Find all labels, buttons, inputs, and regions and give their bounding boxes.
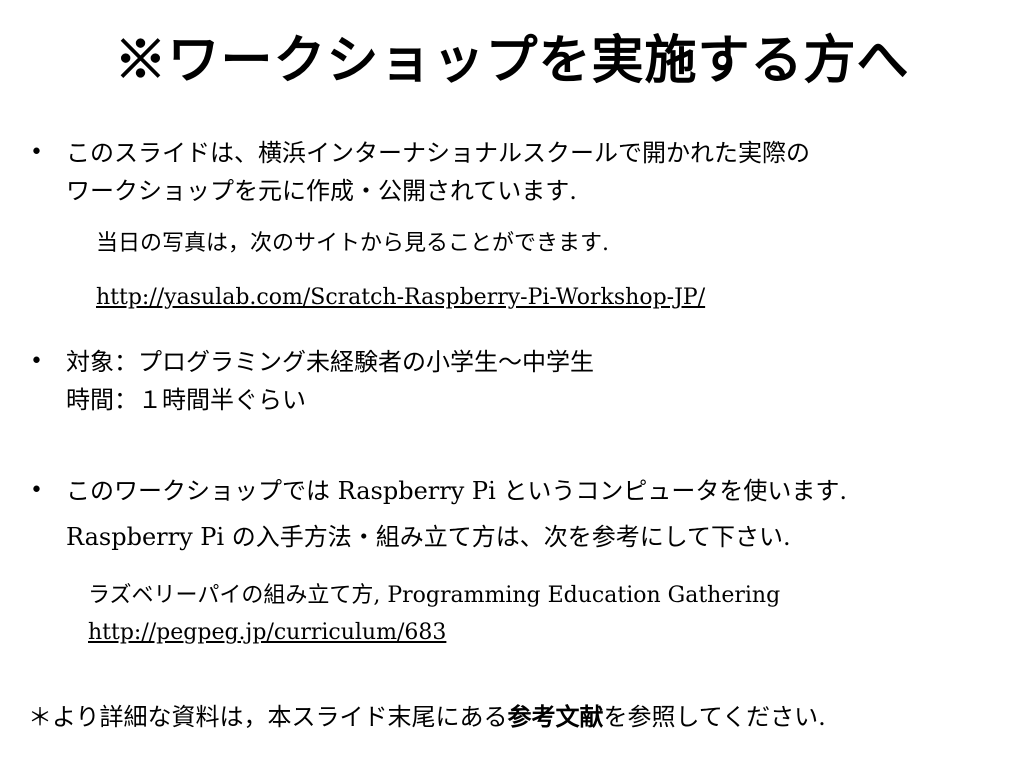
- footer-prefix: ＊より詳細な資料は，本スライド末尾にある: [28, 703, 508, 731]
- bullet-dot: •: [30, 140, 43, 165]
- slide: ※ワークショップを実施する方へ • このスライドは、横浜インターナショナルスクー…: [0, 0, 1024, 768]
- reference-note: ラズベリーパイの組み立て方, Programming Education Gat…: [88, 583, 781, 608]
- slide-title: ※ワークショップを実施する方へ: [114, 30, 910, 91]
- footer-references-label: 参考文献: [507, 702, 604, 731]
- bullet-dot: •: [30, 349, 43, 374]
- bullet-source: • このスライドは、横浜インターナショナルスクールで開かれた実際の ワークショッ…: [30, 134, 1000, 210]
- footer-note: ＊より詳細な資料は，本スライド末尾にある参考文献を参照してください.: [28, 700, 826, 734]
- bullet-source-line2: ワークショップを元に作成・公開されています.: [66, 177, 577, 205]
- reference-link[interactable]: http://pegpeg.jp/curriculum/683: [88, 618, 446, 648]
- bullet-source-line1: このスライドは、横浜インターナショナルスクールで開かれた実際の: [66, 139, 810, 167]
- photos-link[interactable]: http://yasulab.com/Scratch-Raspberry-Pi-…: [96, 283, 705, 313]
- bullet-audience: • 対象：プログラミング未経験者の小学生〜中学生 時間：１時間半ぐらい: [30, 343, 1000, 419]
- bullet-duration-line: 時間：１時間半ぐらい: [66, 386, 306, 414]
- bullet-hardware-line1: このワークショップでは Raspberry Pi というコンピュータを使います.: [66, 477, 848, 505]
- footer-suffix: を参照してください.: [603, 703, 826, 731]
- bullet-audience-line1: 対象：プログラミング未経験者の小学生〜中学生: [66, 348, 594, 376]
- photos-note: 当日の写真は，次のサイトから見ることができます.: [96, 231, 609, 256]
- photos-url[interactable]: http://yasulab.com/Scratch-Raspberry-Pi-…: [96, 285, 705, 310]
- bullet-dot: •: [30, 478, 43, 503]
- bullet-hardware-line2: Raspberry Pi の入手方法・組み立て方は、次を参考にして下さい.: [66, 523, 791, 551]
- reference-url[interactable]: http://pegpeg.jp/curriculum/683: [88, 620, 446, 645]
- bullet-hardware: • このワークショップでは Raspberry Pi というコンピュータを使いま…: [30, 472, 1000, 556]
